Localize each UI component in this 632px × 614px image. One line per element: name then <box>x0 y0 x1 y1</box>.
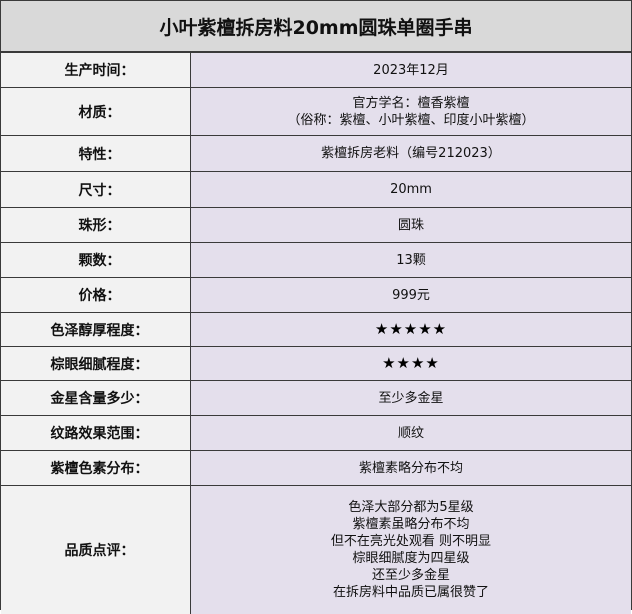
row-value-pigment-distribution: 紫檀素略分布不均 <box>190 450 631 486</box>
row-label-bead-shape: 珠形： <box>1 207 191 243</box>
table-row: 品质点评： 色泽大部分都为5星级 紫檀素虽略分布不均 但不在亮光处观看 则不明显… <box>1 485 631 614</box>
table-row: 紫檀色素分布： 紫檀素略分布不均 <box>1 450 631 486</box>
value-line: 2023年12月 <box>373 62 449 78</box>
value-line: 999元 <box>392 287 430 303</box>
table-row: 金星含量多少： 至少多金星 <box>1 380 631 416</box>
value-line: 还至少多金星 <box>371 567 450 583</box>
row-value-grain-pattern: 顺纹 <box>190 415 631 451</box>
row-value-production-date: 2023年12月 <box>190 52 631 88</box>
value-line: （俗称：紫檀、小叶紫檀、印度小叶紫檀） <box>287 112 535 128</box>
row-label-color-richness: 色泽醇厚程度： <box>1 312 191 347</box>
table-row: 材质： 官方学名：檀香紫檀 （俗称：紫檀、小叶紫檀、印度小叶紫檀） <box>1 87 631 136</box>
table-row: 尺寸： 20mm <box>1 171 631 208</box>
value-line: 官方学名：檀香紫檀 <box>352 95 470 111</box>
row-label-pigment-distribution: 紫檀色素分布： <box>1 450 191 486</box>
row-value-pore-fineness: ★★★★ <box>190 346 631 381</box>
table-row: 棕眼细腻程度： ★★★★ <box>1 346 631 381</box>
value-line: 在拆房料中品质已属很赞了 <box>332 584 489 600</box>
star-rating: ★★★★ <box>382 354 440 372</box>
row-label-pore-fineness: 棕眼细腻程度： <box>1 346 191 381</box>
table-row: 珠形： 圆珠 <box>1 207 631 243</box>
row-label-property: 特性： <box>1 135 191 172</box>
table-row: 颗数： 13颗 <box>1 242 631 278</box>
product-spec-sheet: 小叶紫檀拆房料20mm圆珠单圈手串 生产时间： 2023年12月 材质： 官方学… <box>0 0 632 614</box>
spec-table: 生产时间： 2023年12月 材质： 官方学名：檀香紫檀 （俗称：紫檀、小叶紫檀… <box>1 52 631 614</box>
star-rating: ★★★★★ <box>374 320 448 338</box>
value-line: 紫檀拆房老料（编号212023） <box>321 146 501 161</box>
row-value-property: 紫檀拆房老料（编号212023） <box>190 135 631 172</box>
row-label-gold-star-content: 金星含量多少： <box>1 380 191 416</box>
row-label-grain-pattern: 纹路效果范围： <box>1 415 191 451</box>
value-line: 棕眼细腻度为四星级 <box>352 550 470 566</box>
value-line: 顺纹 <box>397 425 424 441</box>
value-line: 20mm <box>390 182 432 197</box>
table-row: 特性： 紫檀拆房老料（编号212023） <box>1 135 631 172</box>
value-line: 圆珠 <box>397 217 424 233</box>
table-row: 生产时间： 2023年12月 <box>1 52 631 88</box>
value-line: 紫檀素虽略分布不均 <box>352 516 470 532</box>
value-line: 紫檀素略分布不均 <box>358 460 463 476</box>
row-value-size: 20mm <box>190 171 631 208</box>
row-value-bead-count: 13颗 <box>190 242 631 278</box>
table-row: 色泽醇厚程度： ★★★★★ <box>1 312 631 347</box>
row-value-color-richness: ★★★★★ <box>190 312 631 347</box>
value-line: 13颗 <box>396 252 426 268</box>
row-value-bead-shape: 圆珠 <box>190 207 631 243</box>
row-label-bead-count: 颗数： <box>1 242 191 278</box>
sheet-title: 小叶紫檀拆房料20mm圆珠单圈手串 <box>1 1 631 52</box>
row-label-production-date: 生产时间： <box>1 52 191 88</box>
row-label-size: 尺寸： <box>1 171 191 208</box>
value-line: 至少多金星 <box>378 390 444 406</box>
value-line: 但不在亮光处观看 则不明显 <box>330 533 492 549</box>
row-label-price: 价格： <box>1 277 191 313</box>
row-value-quality-review: 色泽大部分都为5星级 紫檀素虽略分布不均 但不在亮光处观看 则不明显 棕眼细腻度… <box>190 485 631 614</box>
value-line: 色泽大部分都为5星级 <box>348 499 474 515</box>
table-row: 价格： 999元 <box>1 277 631 313</box>
row-label-material: 材质： <box>1 87 191 136</box>
row-label-quality-review: 品质点评： <box>1 485 191 614</box>
table-row: 纹路效果范围： 顺纹 <box>1 415 631 451</box>
row-value-gold-star-content: 至少多金星 <box>190 380 631 416</box>
row-value-material: 官方学名：檀香紫檀 （俗称：紫檀、小叶紫檀、印度小叶紫檀） <box>190 87 631 136</box>
row-value-price: 999元 <box>190 277 631 313</box>
